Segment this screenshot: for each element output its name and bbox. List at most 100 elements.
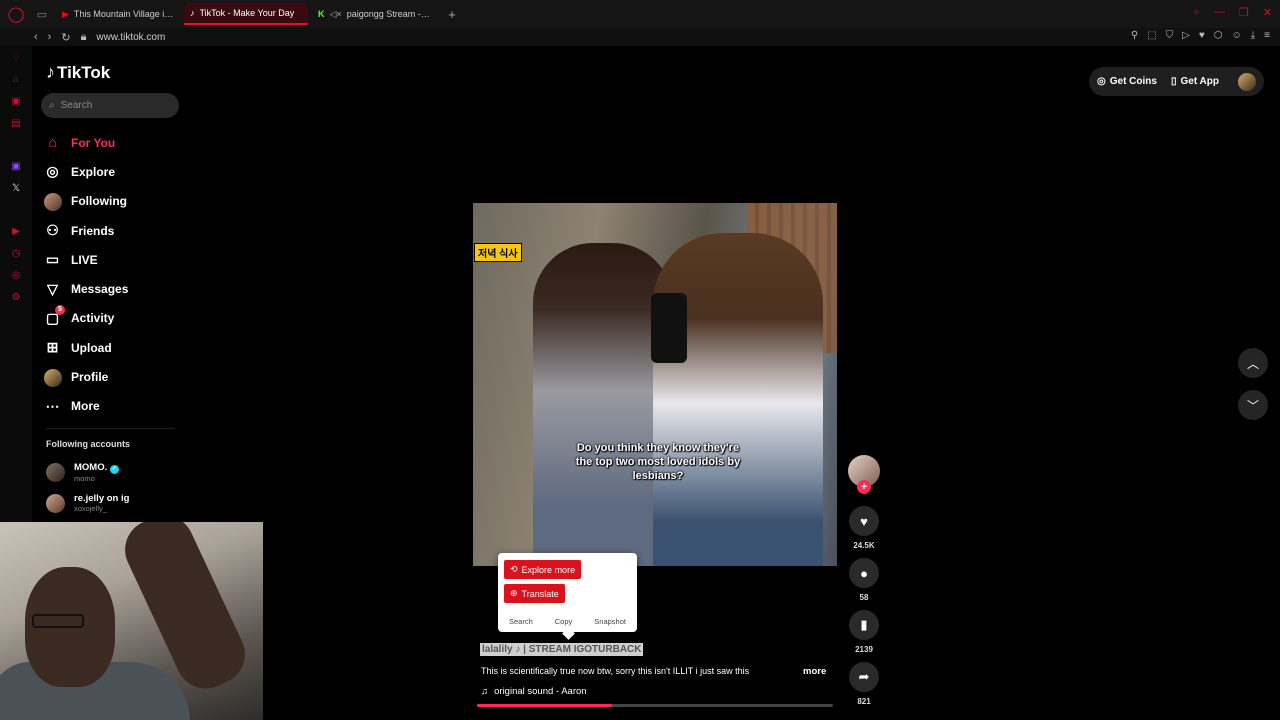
avatar bbox=[46, 493, 65, 513]
video-tag: 저녁 식사 bbox=[474, 243, 522, 262]
browser-tab-tiktok[interactable]: ♪ TikTok - Make Your Day bbox=[184, 3, 308, 25]
sidebar-item-for-you[interactable]: ⌂ For You bbox=[44, 128, 184, 157]
x-icon[interactable]: 𝕏 bbox=[12, 183, 20, 194]
verified-icon: ✓ bbox=[109, 465, 119, 474]
more-icon: ⋯ bbox=[45, 397, 60, 414]
music-info[interactable]: ♫ original sound - Aaron bbox=[481, 686, 587, 697]
opera-logo-icon[interactable]: ◯ bbox=[0, 0, 32, 28]
share-button[interactable]: ➦ 821 bbox=[848, 662, 880, 706]
previous-video-button[interactable]: ︿ bbox=[1238, 348, 1268, 378]
like-button[interactable]: ♥ 24.5K bbox=[848, 506, 880, 550]
settings-icon[interactable]: ⚙ bbox=[12, 292, 21, 303]
sidebar-item-label: Explore bbox=[71, 164, 116, 179]
sidebar-item-more[interactable]: ⋯ More bbox=[44, 392, 184, 421]
muted-speaker-icon[interactable]: ◁× bbox=[330, 9, 342, 20]
news-icon[interactable]: ▤ bbox=[11, 118, 20, 129]
play-icon[interactable]: ▷ bbox=[1182, 30, 1190, 41]
url-field[interactable]: www.tiktok.com bbox=[96, 32, 165, 43]
snapshot-icon[interactable]: ⬚ bbox=[1147, 30, 1156, 41]
lock-icon: 🔒︎ bbox=[80, 30, 87, 43]
snapshot-menu-item[interactable]: Snapshot bbox=[594, 617, 626, 626]
following-avatar-icon bbox=[44, 192, 62, 211]
more-link[interactable]: more bbox=[803, 666, 826, 677]
save-button[interactable]: ▮ 2139 bbox=[848, 610, 880, 654]
search-icon: ⌕ bbox=[49, 100, 55, 111]
avatar[interactable] bbox=[1238, 72, 1256, 91]
search-input[interactable]: ⌕ Search bbox=[41, 93, 179, 118]
extensions-icon[interactable]: ⬡ bbox=[1214, 30, 1223, 41]
download-icon[interactable]: ⤓ bbox=[1251, 30, 1255, 41]
explore-more-label: Explore more bbox=[521, 564, 576, 575]
heart-icon[interactable]: ♥ bbox=[1199, 30, 1205, 41]
sidebar-item-label: LIVE bbox=[71, 252, 98, 267]
sidebar-divider bbox=[46, 428, 174, 429]
pinboard-icon[interactable]: ◎ bbox=[12, 270, 21, 281]
bookmark-icon[interactable]: ⚲ bbox=[1131, 30, 1138, 41]
messenger-icon[interactable]: ▣ bbox=[11, 96, 20, 107]
video-description: This is scientifically true now btw, sor… bbox=[481, 666, 750, 676]
back-icon[interactable]: ‹ bbox=[34, 31, 38, 43]
messages-icon: ▽ bbox=[47, 280, 58, 297]
close-icon[interactable]: ✕ bbox=[1263, 6, 1272, 19]
get-coins-button[interactable]: ◎ Get Coins bbox=[1097, 76, 1157, 87]
following-account[interactable]: re.jelly on ig xoxojelly_ bbox=[46, 493, 129, 513]
youtube-icon: ▶ bbox=[62, 8, 69, 19]
sidebar-item-friends[interactable]: ⚇ Friends bbox=[44, 216, 184, 245]
share-icon: ➦ bbox=[849, 662, 879, 692]
video-progress-fill bbox=[477, 704, 613, 707]
translate-button[interactable]: ⊕ Translate bbox=[504, 584, 565, 603]
minimize-icon[interactable]: — bbox=[1214, 6, 1225, 19]
profile-avatar-icon bbox=[44, 368, 62, 387]
sidebar-item-following[interactable]: Following bbox=[44, 187, 184, 216]
tab-title: TikTok - Make Your Day bbox=[199, 8, 295, 18]
aria-icon[interactable]: ◌ bbox=[13, 52, 19, 63]
menu-icon[interactable]: ≡ bbox=[1264, 30, 1270, 41]
browser-tab-kick[interactable]: K ◁× paigongg Stream - Watch bbox=[312, 3, 436, 25]
player-icon[interactable]: ▶ bbox=[12, 226, 20, 237]
following-account[interactable]: MOMO. ✓ momo bbox=[46, 462, 119, 483]
sidebar-item-messages[interactable]: ▽ Messages bbox=[44, 274, 184, 303]
activity-icon: ▢ 5 bbox=[44, 304, 65, 327]
browser-tab-bar: ◯ ▭ ▶ This Mountain Village in Japan ♪ T… bbox=[0, 0, 1280, 28]
sidebar-item-label: Upload bbox=[71, 340, 112, 355]
search-tabs-icon[interactable]: ⌕ bbox=[1194, 6, 1200, 19]
account-name: MOMO. bbox=[74, 462, 108, 473]
coin-icon: ◎ bbox=[1097, 76, 1106, 87]
explore-more-button[interactable]: ⟲ Explore more bbox=[504, 560, 582, 579]
get-app-button[interactable]: ▯ Get App bbox=[1171, 76, 1219, 87]
tab-menu-icon[interactable]: ▭ bbox=[32, 8, 52, 21]
explore-icon: ⟲ bbox=[510, 564, 518, 574]
next-video-button[interactable]: ﹀ bbox=[1238, 390, 1268, 420]
maximize-icon[interactable]: ❐ bbox=[1239, 6, 1249, 19]
copy-menu-item[interactable]: Copy bbox=[555, 617, 573, 626]
tiktok-icon: ♪ bbox=[190, 8, 195, 18]
sidebar-item-live[interactable]: ▭ LIVE bbox=[44, 245, 184, 274]
search-menu-item[interactable]: Search bbox=[509, 617, 533, 626]
account-icon[interactable]: ☺ bbox=[1232, 30, 1242, 41]
video-author-line[interactable]: lalalily ♪ | STREAM IGOTURBACK bbox=[480, 643, 644, 656]
bookmark-icon: ▮ bbox=[849, 610, 879, 640]
video-progress-bar[interactable] bbox=[477, 704, 833, 707]
extensions-side-icon[interactable]: ⌂ bbox=[13, 74, 19, 85]
shield-icon[interactable]: ⛉ bbox=[1166, 30, 1174, 41]
sidebar-item-label: Following bbox=[71, 194, 127, 209]
friends-icon: ⚇ bbox=[46, 222, 59, 239]
reload-icon[interactable]: ↻ bbox=[61, 31, 70, 44]
tiktok-logo[interactable]: ♪ TikTok bbox=[46, 62, 110, 83]
sidebar-item-explore[interactable]: ◎ Explore bbox=[44, 157, 184, 186]
video-player[interactable]: 저녁 식사 Do you think they know they're the… bbox=[473, 203, 837, 566]
comment-button[interactable]: ● 58 bbox=[848, 558, 880, 602]
follow-plus-icon[interactable]: + bbox=[857, 480, 871, 494]
forward-icon[interactable]: › bbox=[48, 31, 52, 43]
avatar bbox=[46, 463, 65, 482]
share-count: 821 bbox=[857, 697, 871, 706]
comment-icon: ● bbox=[849, 558, 879, 588]
new-tab-button[interactable]: + bbox=[444, 7, 460, 22]
sidebar-item-profile[interactable]: Profile bbox=[44, 362, 184, 391]
sidebar-item-upload[interactable]: ⊞ Upload bbox=[44, 333, 184, 362]
twitch-icon[interactable]: ▣ bbox=[11, 161, 20, 172]
browser-tab-youtube[interactable]: ▶ This Mountain Village in Japan bbox=[56, 3, 180, 25]
sidebar-item-activity[interactable]: ▢ 5 Activity bbox=[44, 304, 184, 333]
history-icon[interactable]: ◷ bbox=[12, 248, 21, 259]
kick-icon: K bbox=[318, 9, 325, 19]
